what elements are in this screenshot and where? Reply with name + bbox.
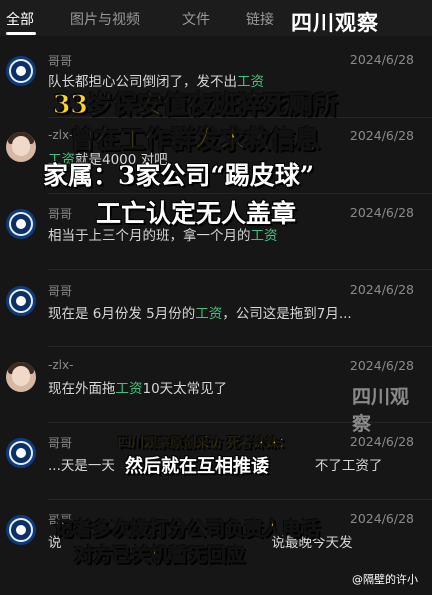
watermark-logo: 四川观察 — [348, 372, 420, 435]
message-date: 2024/6/28 — [349, 434, 414, 449]
quote-caption: 然后就在互相推诿 — [125, 456, 269, 477]
message-text: 现在外面拖工资10天太常见了 — [48, 381, 228, 397]
avatar — [6, 515, 36, 545]
tab-media[interactable]: 图片与视频 — [70, 9, 140, 29]
bottom-caption-2: 对方已关机暂无回应 — [73, 544, 246, 567]
bottom-caption-1: 记者多次拨打分公司负责人电话 — [53, 518, 321, 541]
avatar — [6, 286, 36, 316]
tab-all[interactable]: 全部 — [6, 9, 34, 29]
sender-name: 哥哥 — [48, 207, 73, 221]
message-date: 2024/6/28 — [349, 511, 414, 526]
sender-name: 哥哥 — [48, 54, 73, 68]
list-item[interactable]: 哥哥 2024/6/28 现在是 6月份发 5月份的工资，公司这是拖到7月... — [0, 280, 432, 356]
sender-name: 哥哥 — [48, 284, 73, 298]
divider — [48, 269, 432, 270]
message-date: 2024/6/28 — [349, 52, 414, 67]
divider — [48, 346, 432, 347]
tab-bar: 全部 图片与视频 文件 链接 四川观察 — [0, 0, 432, 36]
sender-name: 哥哥 — [48, 436, 73, 450]
avatar — [6, 132, 36, 162]
headline-2: 曾在工作群发求救信息 — [69, 125, 321, 155]
divider — [48, 499, 432, 500]
avatar — [6, 209, 36, 239]
active-tab-indicator — [6, 32, 36, 35]
brand-logo: 四川观察 — [283, 4, 429, 35]
tab-files[interactable]: 文件 — [182, 9, 210, 29]
avatar — [6, 362, 36, 392]
message-date: 2024/6/28 — [349, 205, 414, 220]
message-date: 2024/6/28 — [349, 282, 414, 297]
headline-3: 家属：3家公司“踢皮球” — [43, 161, 315, 190]
headline-4: 工亡认定无人盖章 — [96, 199, 297, 228]
tab-links[interactable]: 链接 — [246, 9, 274, 29]
watermark-text: 四川观察 — [352, 386, 410, 435]
avatar — [6, 56, 36, 86]
message-text: 现在是 6月份发 5月份的工资，公司这是拖到7月... — [48, 306, 352, 322]
message-date: 2024/6/28 — [349, 128, 414, 143]
message-date: 2024/6/28 — [349, 358, 414, 373]
uploader-watermark: @隔壁的许小 — [352, 573, 418, 586]
interview-caption: 四川观察原创采访 死者妹妹： — [118, 436, 292, 451]
headline-1: 33岁保安值夜班猝死厕所 — [53, 90, 339, 120]
avatar — [6, 438, 36, 468]
sender-name: -zlx- — [48, 358, 74, 372]
brand-logo-text: 四川观察 — [291, 11, 379, 35]
